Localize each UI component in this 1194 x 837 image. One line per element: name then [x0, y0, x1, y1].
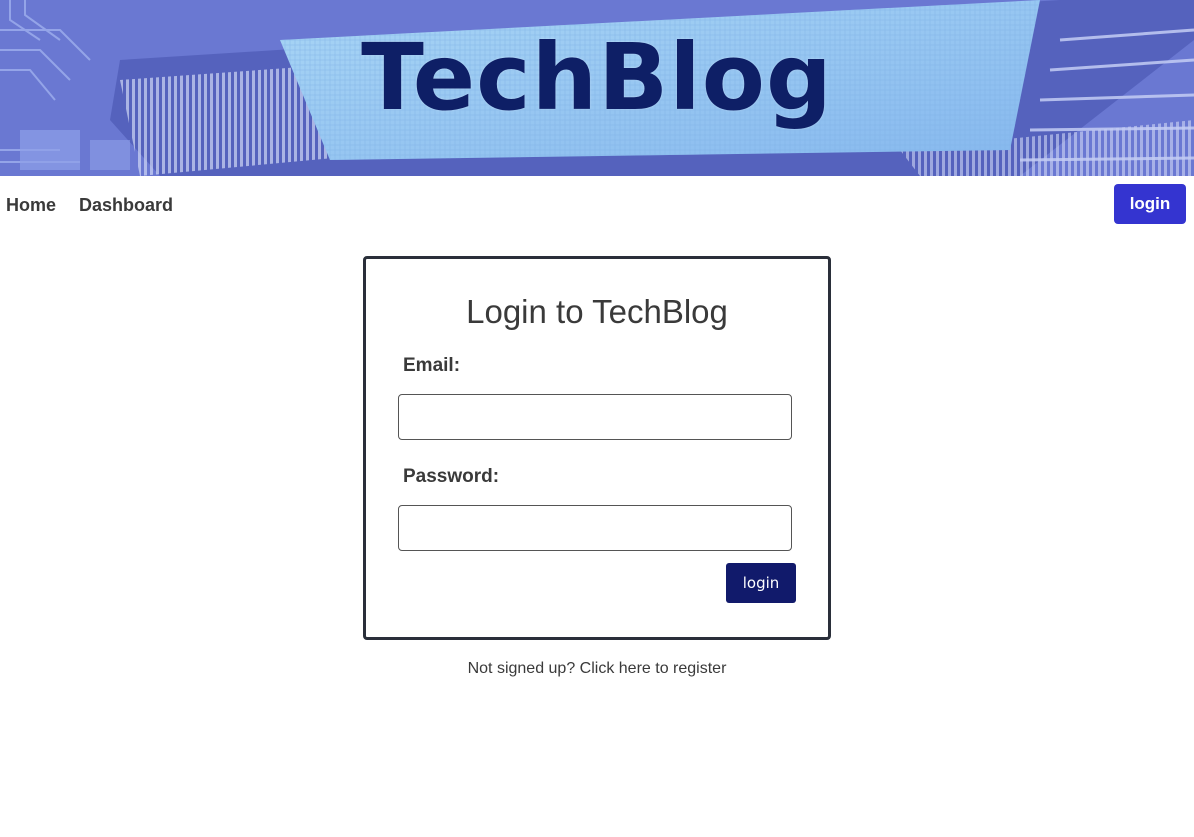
header-banner: TechBlog — [0, 0, 1194, 176]
nav-home-link[interactable]: Home — [6, 195, 56, 216]
login-form-title: Login to TechBlog — [466, 293, 728, 330]
email-field[interactable] — [398, 394, 792, 440]
password-field[interactable] — [398, 505, 792, 551]
register-link[interactable]: Not signed up? Click here to register — [0, 660, 1194, 678]
email-label: Email: — [403, 355, 461, 376]
site-brand-title: TechBlog — [361, 24, 833, 131]
top-navbar: Home Dashboard login — [0, 176, 1194, 232]
nav-login-button[interactable]: login — [1114, 184, 1186, 224]
nav-dashboard-link[interactable]: Dashboard — [79, 195, 173, 216]
password-label: Password: — [403, 466, 500, 487]
login-form-card: Login to TechBlog Email: Password: login — [363, 256, 831, 640]
login-submit-button[interactable]: login — [726, 563, 796, 603]
